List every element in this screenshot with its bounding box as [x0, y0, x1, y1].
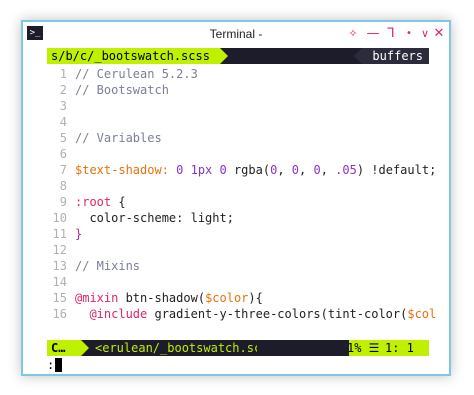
- code-token: btn-shadow(: [118, 291, 206, 305]
- code-token: $text-shadow:: [75, 163, 169, 177]
- code-line[interactable]: 6: [47, 146, 429, 162]
- line-number: 13: [52, 259, 67, 273]
- code-line[interactable]: 10 color-scheme: light;: [47, 210, 429, 226]
- statusline-filename: <erulean/_bootswatch.scss: [81, 340, 286, 356]
- code-token: gradient-y-three-colors(tint-color(: [147, 307, 408, 321]
- close-button[interactable]: ✕: [431, 25, 447, 43]
- active-buffer-tab[interactable]: s/b/c/_bootswatch.scss: [47, 48, 228, 64]
- title-bar[interactable]: >_ Terminal - ✧ — ⅂ • ∨ ✕: [23, 22, 449, 46]
- code-line[interactable]: 4: [47, 114, 429, 130]
- maximize-button[interactable]: ⅂: [383, 25, 399, 43]
- code-line[interactable]: 7 $text-shadow: 0 1px 0 rgba(0, 0, 0, .05…: [47, 162, 437, 178]
- text-cursor: [55, 358, 63, 372]
- line-number: 1: [59, 67, 67, 81]
- code-token: @include: [75, 307, 148, 321]
- line-number: 6: [59, 147, 67, 161]
- code-line[interactable]: 15 @mixin btn-shadow($color){: [47, 290, 429, 306]
- code-token: $color: [205, 291, 249, 305]
- terminal-window: >_ Terminal - ✧ — ⅂ • ∨ ✕ s/b/c/_bootswa…: [21, 20, 451, 376]
- line-source: :root {: [75, 194, 126, 210]
- code-token: ){: [248, 291, 263, 305]
- line-number: 2: [59, 83, 67, 97]
- line-number: 8: [59, 179, 67, 193]
- code-line[interactable]: 11}: [47, 226, 429, 242]
- code-token: ,: [320, 163, 336, 177]
- code-token: rgba(: [233, 163, 271, 177]
- code-token: // Cerulean 5.2.3: [75, 67, 198, 81]
- code-token: color-scheme: light;: [75, 211, 234, 225]
- mode-indicator: C…: [47, 340, 70, 356]
- code-token: {: [111, 195, 126, 209]
- code-token: 0: [291, 163, 299, 177]
- command-line[interactable]: :: [47, 358, 63, 372]
- code-token: 0: [313, 163, 321, 177]
- line-number: 4: [59, 115, 67, 129]
- code-editor[interactable]: 1 // Cerulean 5.2.3 2 // Bootswatch 3 4 5 // Va…: [47, 66, 437, 322]
- line-number: 3: [59, 99, 67, 113]
- line-number: 10: [52, 211, 67, 225]
- code-line[interactable]: 14: [47, 274, 429, 290]
- line-source: // Cerulean 5.2.3: [75, 66, 198, 82]
- line-source: @include gradient-y-three-colors(tint-co…: [75, 306, 436, 322]
- code-line[interactable]: 8: [47, 178, 429, 194]
- code-line[interactable]: 13 // Mixins: [47, 258, 429, 274]
- code-token: 0 1px 0: [168, 163, 234, 177]
- statusline-fill: [257, 340, 349, 356]
- code-line[interactable]: 3: [47, 98, 429, 114]
- buffers-label: buffers: [354, 48, 429, 64]
- line-number: 14: [52, 275, 67, 289]
- terminal-content[interactable]: s/b/c/_bootswatch.scss buffers 1 // Cerul…: [25, 46, 437, 372]
- code-token: $col: [407, 307, 437, 321]
- code-token: // Bootswatch: [75, 83, 169, 97]
- code-token: ,: [277, 163, 292, 177]
- statusline-position: 1: 1: [385, 341, 414, 355]
- code-token: // Mixins: [75, 259, 141, 273]
- vim-tabline: s/b/c/_bootswatch.scss buffers: [47, 48, 429, 64]
- shade-button[interactable]: •: [401, 25, 417, 43]
- line-source: }: [75, 226, 82, 242]
- line-source: // Mixins: [75, 258, 140, 274]
- code-token: }: [75, 227, 83, 241]
- sticky-window-icon[interactable]: ✧: [345, 25, 361, 43]
- line-source: $text-shadow: 0 1px 0 rgba(0, 0, 0, .05)…: [75, 162, 436, 178]
- code-line[interactable]: 9 :root {: [47, 194, 429, 210]
- code-token: ,: [299, 163, 314, 177]
- vim-statusline: C… <erulean/_bootswatch.scss 1% ☰ 1: 1: [47, 340, 429, 356]
- code-token: :root: [75, 195, 112, 209]
- code-line[interactable]: 2 // Bootswatch: [47, 82, 429, 98]
- code-token: ) !default;: [356, 163, 437, 177]
- line-number: 15: [52, 291, 67, 305]
- statusline-percent: 1% ☰: [347, 341, 380, 355]
- code-line[interactable]: 5 // Variables: [47, 130, 429, 146]
- code-line[interactable]: 16 @include gradient-y-three-colors(tint…: [47, 306, 437, 322]
- code-line[interactable]: 12: [47, 242, 429, 258]
- line-source: @mixin btn-shadow($color){: [75, 290, 263, 306]
- code-token: // Variables: [75, 131, 162, 145]
- command-text: :: [47, 358, 55, 372]
- code-line[interactable]: 1 // Cerulean 5.2.3: [47, 66, 429, 82]
- line-number: 12: [52, 243, 67, 257]
- code-token: .05: [335, 163, 357, 177]
- line-number: 7: [59, 163, 67, 177]
- line-number: 11: [52, 227, 67, 241]
- line-source: color-scheme: light;: [75, 210, 234, 226]
- line-number: 5: [59, 131, 67, 145]
- minimize-button[interactable]: —: [365, 25, 381, 43]
- line-source: // Variables: [75, 130, 162, 146]
- line-number: 16: [52, 307, 67, 321]
- line-number: 9: [59, 195, 67, 209]
- line-source: // Bootswatch: [75, 82, 169, 98]
- code-token: @mixin: [75, 291, 119, 305]
